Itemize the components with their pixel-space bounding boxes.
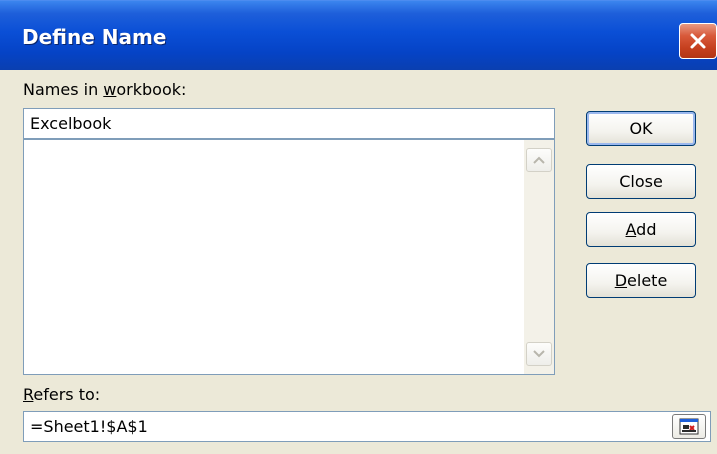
scroll-up-button[interactable] (526, 148, 552, 172)
delete-button-accelerator: D (614, 271, 628, 290)
scroll-down-button[interactable] (526, 342, 552, 366)
collapse-dialog-icon (679, 418, 699, 435)
names-label-text-end: orkbook: (116, 80, 187, 99)
ok-button-label: OK (629, 119, 653, 138)
refers-label-text: efers to: (33, 385, 101, 404)
define-name-dialog: Define Name Names in workbook: Excelbook… (0, 0, 717, 454)
add-button[interactable]: Add (586, 212, 696, 247)
close-icon (690, 33, 706, 49)
close-window-button[interactable] (679, 23, 717, 59)
scroll-down-icon (533, 350, 545, 358)
add-button-accelerator: A (625, 220, 637, 239)
names-list[interactable] (23, 139, 555, 375)
delete-button-label: elete (627, 271, 668, 290)
add-button-label: dd (636, 220, 657, 239)
name-input[interactable]: Excelbook (23, 108, 555, 139)
close-button[interactable]: Close (586, 164, 696, 199)
refers-to-input[interactable]: =Sheet1!$A$1 (23, 411, 711, 442)
title-bar[interactable]: Define Name (0, 0, 717, 70)
ok-button[interactable]: OK (586, 111, 696, 146)
delete-button[interactable]: Delete (586, 263, 696, 298)
close-button-label: Close (619, 172, 663, 191)
names-label-text: Names in (23, 80, 104, 99)
refers-to-value: =Sheet1!$A$1 (30, 417, 148, 436)
name-input-value: Excelbook (30, 114, 112, 133)
names-label-accelerator: w (103, 80, 117, 99)
refers-to-label: Refers to: (23, 385, 100, 404)
window-title: Define Name (22, 25, 167, 49)
names-in-workbook-label: Names in workbook: (23, 80, 186, 99)
names-list-scrollbar[interactable] (524, 140, 554, 374)
scroll-up-icon (533, 156, 545, 164)
refers-label-accelerator: R (23, 385, 34, 404)
collapse-dialog-button[interactable] (672, 414, 706, 439)
